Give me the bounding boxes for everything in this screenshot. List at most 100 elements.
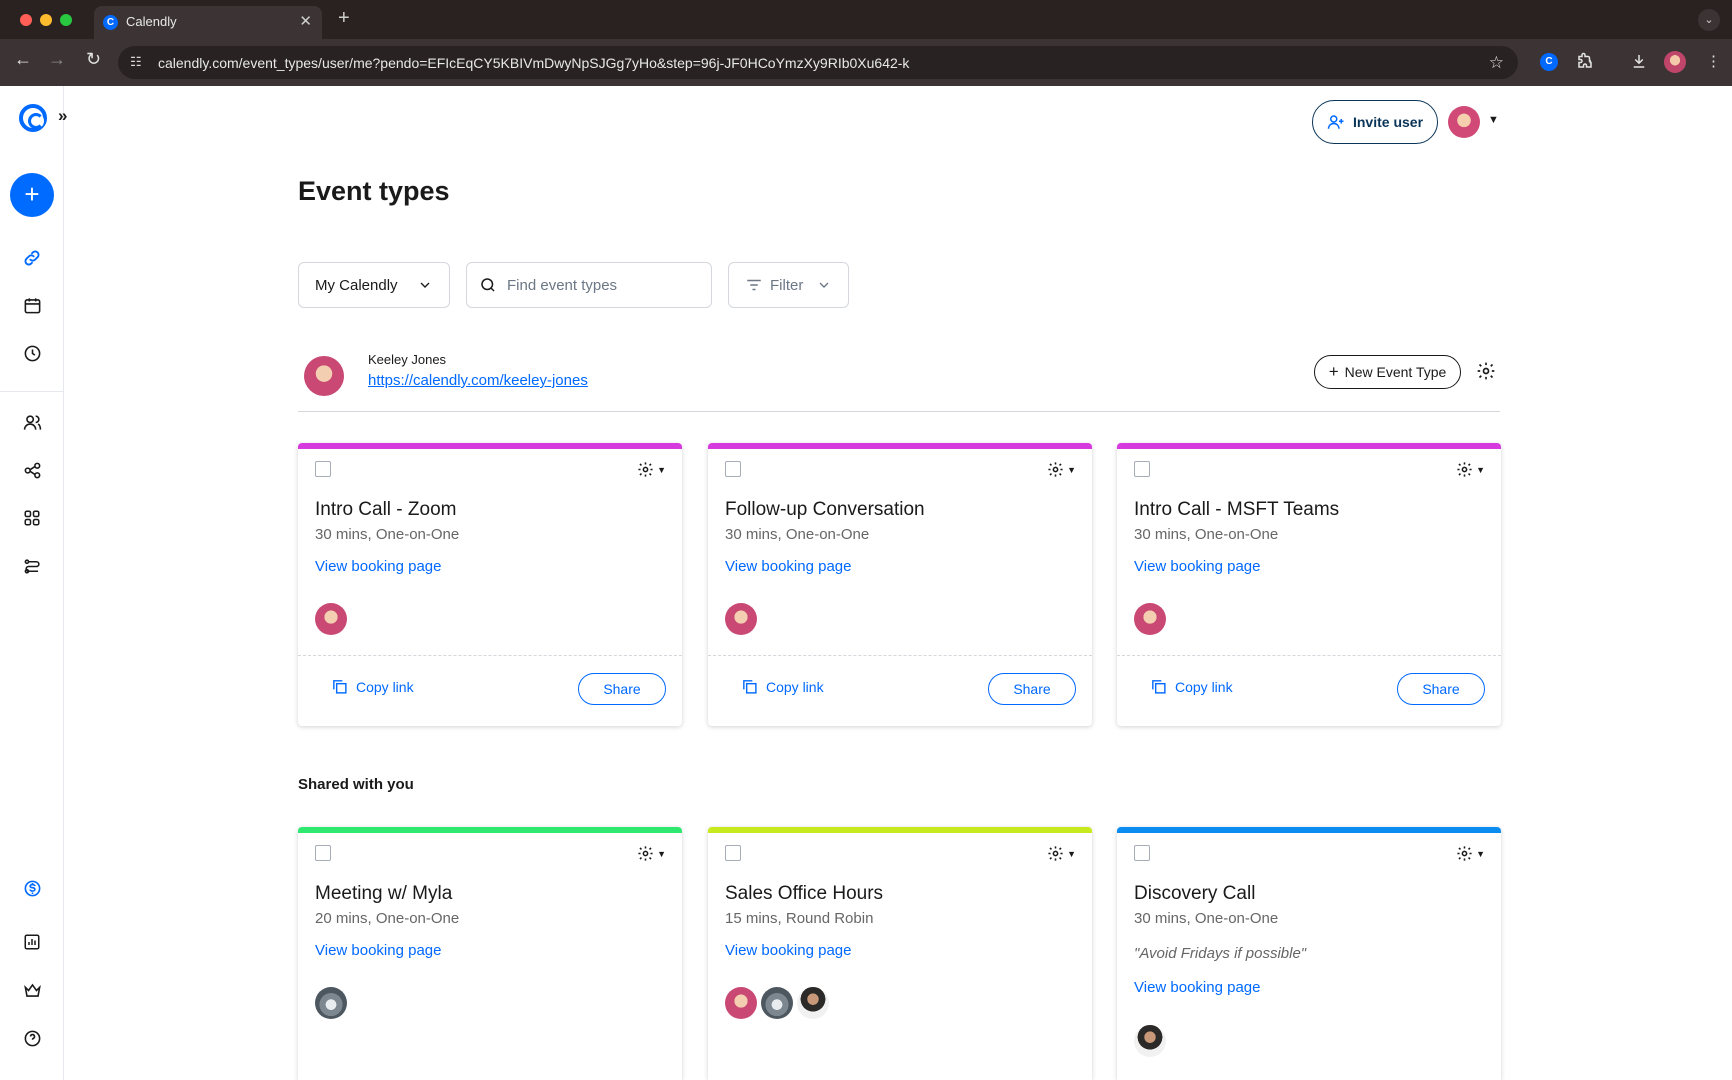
event-settings-gear-icon[interactable]: ▼ [637, 461, 666, 478]
event-meta: 30 mins, One-on-One [725, 526, 870, 543]
contacts-icon[interactable] [20, 410, 44, 434]
address-bar[interactable]: ☷ calendly.com/event_types/user/me?pendo… [118, 46, 1518, 79]
event-color-bar [708, 443, 1092, 449]
url-text[interactable]: calendly.com/event_types/user/me?pendo=E… [158, 55, 909, 71]
view-booking-page-link[interactable]: View booking page [315, 942, 442, 959]
admin-crown-icon[interactable] [20, 978, 44, 1002]
avatar [315, 987, 347, 1019]
event-checkbox[interactable] [1134, 845, 1150, 861]
event-title: Intro Call - Zoom [315, 499, 457, 520]
event-checkbox[interactable] [315, 845, 331, 861]
copy-link-button[interactable]: Copy link [741, 678, 824, 695]
copy-icon [743, 680, 757, 694]
routing-icon[interactable] [20, 554, 44, 578]
event-card-footer: Copy link Share [708, 655, 1092, 721]
create-button[interactable]: + [10, 173, 54, 217]
new-event-type-button[interactable]: + New Event Type [1314, 355, 1461, 389]
workflows-icon[interactable] [20, 458, 44, 482]
billing-icon[interactable] [20, 876, 44, 900]
calendar-icon[interactable] [20, 293, 44, 317]
tab-close-icon[interactable]: ✕ [299, 12, 312, 30]
calendly-logo[interactable] [19, 104, 47, 132]
calendly-favicon-icon: C [103, 15, 118, 30]
copy-link-button[interactable]: Copy link [331, 678, 414, 695]
caret-down-icon: ▼ [1476, 464, 1485, 475]
event-color-bar [298, 443, 682, 449]
expand-sidebar-icon[interactable]: » [58, 106, 67, 126]
invite-user-button[interactable]: Invite user [1312, 100, 1438, 144]
copy-link-label: Copy link [1175, 678, 1233, 695]
calendar-select[interactable]: My Calendly [298, 262, 450, 308]
gear-icon[interactable] [1476, 361, 1496, 386]
event-checkbox[interactable] [725, 461, 741, 477]
tab-strip: C Calendly ✕ + ⌄ [0, 0, 1732, 39]
window-close-button[interactable] [20, 14, 32, 26]
menu-kebab-icon[interactable]: ⋮ [1706, 52, 1721, 70]
share-button[interactable]: Share [1397, 673, 1485, 705]
tab-search-chevron-icon[interactable]: ⌄ [1698, 9, 1720, 31]
copy-icon [333, 680, 347, 694]
view-booking-page-link[interactable]: View booking page [725, 558, 852, 575]
download-icon[interactable] [1630, 52, 1648, 74]
add-user-icon [1327, 115, 1344, 129]
event-settings-gear-icon[interactable]: ▼ [1047, 845, 1076, 862]
window-minimize-button[interactable] [40, 14, 52, 26]
window-zoom-button[interactable] [60, 14, 72, 26]
event-hosts [725, 603, 757, 635]
copy-link-button[interactable]: Copy link [1150, 678, 1233, 695]
browser-tab[interactable]: C Calendly ✕ [94, 6, 322, 39]
event-meta: 20 mins, One-on-One [315, 910, 460, 927]
help-icon[interactable] [20, 1026, 44, 1050]
event-settings-gear-icon[interactable]: ▼ [637, 845, 666, 862]
new-tab-icon[interactable]: + [338, 7, 350, 30]
extensions-puzzle-icon[interactable] [1576, 52, 1594, 74]
site-info-icon[interactable]: ☷ [130, 54, 142, 70]
account-avatar[interactable] [1448, 106, 1480, 138]
view-booking-page-link[interactable]: View booking page [725, 942, 852, 959]
apps-icon[interactable] [20, 506, 44, 530]
avatar [797, 987, 829, 1019]
analytics-icon[interactable] [20, 930, 44, 954]
event-card: ▼ Intro Call - MSFT Teams 30 mins, One-o… [1117, 443, 1501, 726]
chevron-down-icon [819, 282, 829, 288]
clock-icon[interactable] [20, 341, 44, 365]
event-title: Intro Call - MSFT Teams [1134, 499, 1340, 520]
event-settings-gear-icon[interactable]: ▼ [1456, 845, 1485, 862]
event-settings-gear-icon[interactable]: ▼ [1456, 461, 1485, 478]
event-color-bar [1117, 443, 1501, 449]
event-hosts [315, 987, 347, 1019]
caret-down-icon[interactable]: ▼ [1488, 114, 1499, 126]
event-card-footer: Copy link Share [1117, 655, 1501, 721]
calendly-extension-icon[interactable]: C [1540, 53, 1558, 71]
bookmark-star-icon[interactable]: ☆ [1489, 53, 1504, 73]
share-button[interactable]: Share [988, 673, 1076, 705]
caret-down-icon: ▼ [657, 464, 666, 475]
event-checkbox[interactable] [725, 845, 741, 861]
view-booking-page-link[interactable]: View booking page [1134, 558, 1261, 575]
view-booking-page-link[interactable]: View booking page [315, 558, 442, 575]
forward-icon[interactable]: → [48, 49, 66, 70]
plus-icon: + [1328, 362, 1339, 381]
event-checkbox[interactable] [1134, 461, 1150, 477]
avatar [725, 987, 757, 1019]
view-booking-page-link[interactable]: View booking page [1134, 979, 1261, 996]
sidebar: » + [0, 86, 67, 1080]
event-color-bar [298, 827, 682, 833]
caret-down-icon: ▼ [657, 848, 666, 859]
profile-avatar[interactable] [1664, 51, 1686, 73]
reload-icon[interactable]: ↻ [86, 49, 101, 70]
search-box[interactable] [466, 262, 712, 308]
back-icon[interactable]: ← [14, 49, 32, 70]
invite-user-label: Invite user [1352, 114, 1424, 130]
shared-section-heading: Shared with you [298, 776, 414, 793]
share-button[interactable]: Share [578, 673, 666, 705]
owner-scheduling-link[interactable]: https://calendly.com/keeley-jones [368, 372, 588, 389]
event-checkbox[interactable] [315, 461, 331, 477]
filter-button[interactable]: Filter [728, 262, 849, 308]
event-hosts [1134, 603, 1166, 635]
event-settings-gear-icon[interactable]: ▼ [1047, 461, 1076, 478]
event-hosts [725, 987, 829, 1019]
search-input[interactable] [507, 276, 687, 294]
link-icon[interactable] [20, 246, 44, 270]
event-note: "Avoid Fridays if possible" [1134, 945, 1307, 962]
